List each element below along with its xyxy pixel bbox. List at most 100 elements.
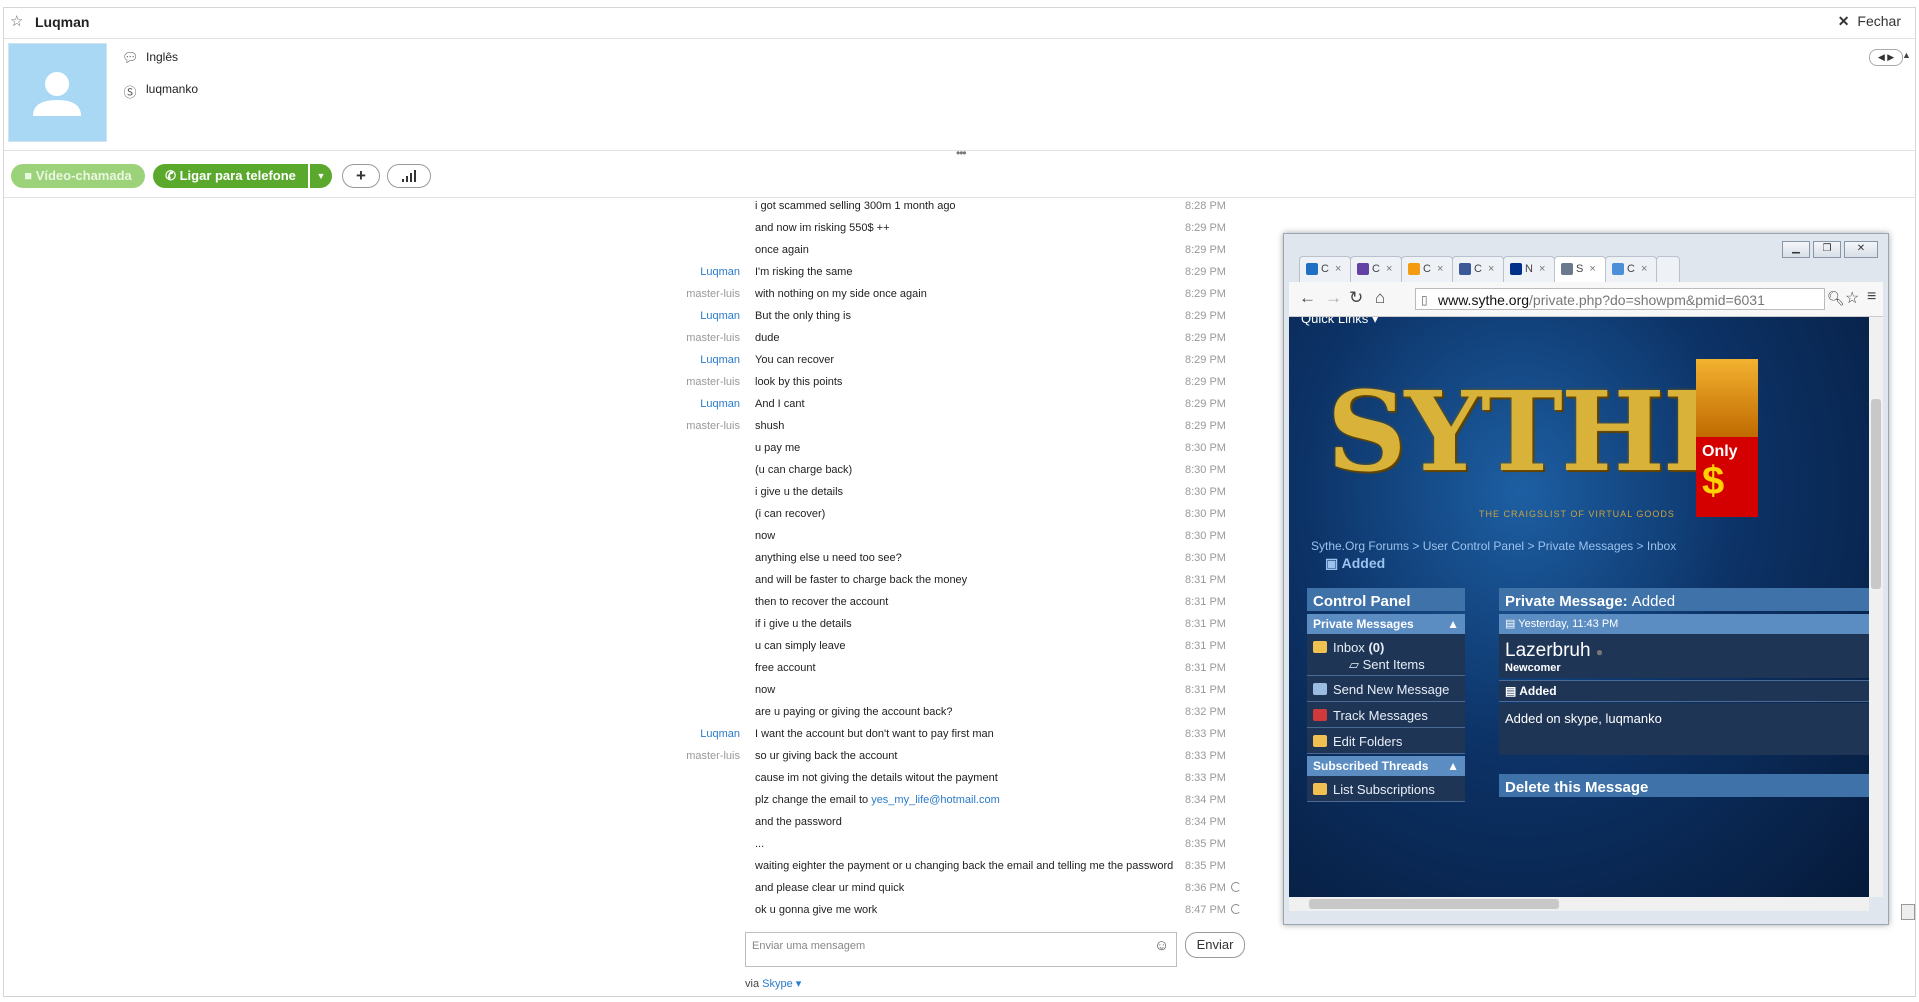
- skype-icon: Ⓢ: [123, 85, 137, 100]
- bookmark-star-icon[interactable]: ☆: [1845, 288, 1859, 308]
- browser-tab[interactable]: C ×: [1452, 256, 1504, 282]
- page-vertical-scrollbar[interactable]: [1869, 317, 1883, 897]
- message-text: u pay me: [755, 442, 801, 454]
- browser-tab[interactable]: S ×: [1554, 256, 1606, 282]
- tab-close-icon[interactable]: ×: [1335, 263, 1341, 275]
- forward-icon[interactable]: →: [1325, 288, 1342, 308]
- plus-icon: +: [356, 166, 366, 185]
- page-horizontal-scrollbar[interactable]: [1289, 897, 1869, 911]
- message-time: 8:30 PM: [1185, 464, 1226, 476]
- favicon-icon: [1612, 263, 1624, 276]
- scroll-thumb[interactable]: [1871, 399, 1881, 589]
- chat-message: are u paying or giving the account back?…: [0, 706, 1240, 728]
- chat-message: master-luis with nothing on my side once …: [0, 288, 1240, 310]
- edit-folders-link[interactable]: Edit Folders: [1307, 728, 1465, 754]
- tab-close-icon[interactable]: ×: [1589, 263, 1595, 275]
- tab-close-icon[interactable]: ×: [1641, 263, 1647, 275]
- ad-banner[interactable]: Only $: [1696, 437, 1758, 517]
- tab-close-icon[interactable]: ×: [1488, 263, 1494, 275]
- list-subscriptions-link[interactable]: List Subscriptions: [1307, 776, 1465, 802]
- message-time: 8:35 PM: [1185, 860, 1226, 872]
- quick-links-menu[interactable]: Quick Links ▾: [1301, 317, 1378, 326]
- message-time: 8:34 PM: [1185, 794, 1226, 806]
- search-icon[interactable]: 🔍︎: [1827, 290, 1845, 307]
- favicon-icon: [1408, 263, 1420, 276]
- close-conversation-button[interactable]: ✕ Fechar: [1838, 13, 1901, 30]
- home-icon[interactable]: ⌂: [1375, 288, 1385, 308]
- conversation-scrollbar[interactable]: ▲: [1900, 50, 1915, 920]
- chat-message: free account 8:31 PM: [0, 662, 1240, 684]
- message-text: waiting eighter the payment or u changin…: [755, 860, 1174, 872]
- site-tagline: THE CRAIGSLIST OF VIRTUAL GOODS: [1479, 509, 1675, 519]
- breadcrumb: Sythe.Org Forums > User Control Panel > …: [1311, 539, 1677, 553]
- pm-username[interactable]: Lazerbruh ●: [1505, 640, 1863, 662]
- send-new-message-link[interactable]: Send New Message: [1307, 676, 1465, 702]
- message-input[interactable]: Enviar uma mensagem: [745, 932, 1177, 967]
- call-phone-button[interactable]: ✆ Ligar para telefone: [153, 164, 308, 188]
- chat-message: u can simply leave 8:31 PM: [0, 640, 1240, 662]
- message-time: 8:33 PM: [1185, 750, 1226, 762]
- new-tab-button[interactable]: [1656, 256, 1680, 282]
- message-text: u can simply leave: [755, 640, 846, 652]
- message-time: 8:31 PM: [1185, 574, 1226, 586]
- sythe-logo[interactable]: SYTHE: [1327, 367, 1747, 496]
- scroll-up-icon[interactable]: ▲: [1902, 50, 1911, 60]
- browser-tab[interactable]: C ×: [1401, 256, 1453, 282]
- pm-header: Private Message: Added: [1499, 588, 1869, 611]
- tab-close-icon[interactable]: ×: [1386, 263, 1392, 275]
- breadcrumb-item[interactable]: Inbox: [1647, 539, 1676, 553]
- reload-icon[interactable]: ↻: [1349, 288, 1363, 308]
- message-time: 8:29 PM: [1185, 398, 1226, 410]
- via-skype-link[interactable]: Skype ▾: [762, 978, 801, 990]
- message-time: 8:33 PM: [1185, 772, 1226, 784]
- profile-nav-arrows[interactable]: ◀ ▶: [1869, 49, 1903, 66]
- message-time: 8:33 PM: [1185, 728, 1226, 740]
- chat-message: anything else u need too see? 8:30 PM: [0, 552, 1240, 574]
- emoticon-icon[interactable]: ☺: [1154, 937, 1169, 954]
- pm-title: ▤ Added: [1499, 680, 1869, 702]
- video-call-button[interactable]: ■ Vídeo-chamada: [11, 164, 145, 188]
- add-button[interactable]: +: [342, 164, 380, 188]
- close-icon[interactable]: ✕: [1844, 241, 1878, 258]
- inbox-folder[interactable]: Inbox (0) ▱ Sent Items: [1307, 634, 1465, 676]
- minimize-icon[interactable]: ▁: [1782, 241, 1810, 258]
- address-bar[interactable]: ▯ www.sythe.org/private.php?do=showpm&pm…: [1415, 288, 1825, 310]
- avatar[interactable]: [8, 43, 107, 142]
- menu-icon[interactable]: ≡: [1867, 288, 1876, 306]
- restore-icon[interactable]: ❐: [1813, 241, 1841, 258]
- scroll-thumb[interactable]: [1309, 899, 1559, 909]
- message-text: ok u gonna give me work: [755, 904, 878, 916]
- tab-close-icon[interactable]: ×: [1539, 263, 1545, 275]
- private-messages-header[interactable]: Private Messages ▲: [1307, 614, 1465, 634]
- send-button[interactable]: Enviar: [1185, 932, 1245, 958]
- scroll-thumb[interactable]: [1901, 904, 1915, 920]
- message-time: 8:29 PM: [1185, 244, 1226, 256]
- browser-tab[interactable]: C ×: [1299, 256, 1351, 282]
- sent-items-folder[interactable]: ▱ Sent Items: [1349, 657, 1459, 673]
- compose-icon: [1313, 683, 1327, 695]
- close-icon: ✕: [1837, 13, 1850, 29]
- message-input-placeholder: Enviar uma mensagem: [752, 940, 866, 952]
- chat-message: now 8:31 PM: [0, 684, 1240, 706]
- call-quality-button[interactable]: [387, 164, 431, 188]
- browser-tab[interactable]: N ×: [1503, 256, 1555, 282]
- browser-tab[interactable]: C ×: [1605, 256, 1657, 282]
- favorite-star-icon[interactable]: ☆: [10, 12, 23, 30]
- breadcrumb-item[interactable]: Sythe.Org Forums: [1311, 539, 1409, 553]
- breadcrumb-item[interactable]: User Control Panel: [1423, 539, 1524, 553]
- tab-close-icon[interactable]: ×: [1437, 263, 1443, 275]
- track-messages-link[interactable]: Track Messages: [1307, 702, 1465, 728]
- favicon-icon: [1459, 263, 1471, 276]
- browser-tab[interactable]: C ×: [1350, 256, 1402, 282]
- subscribed-threads-header[interactable]: Subscribed Threads ▲: [1307, 756, 1465, 776]
- chat-message: waiting eighter the payment or u changin…: [0, 860, 1240, 882]
- resize-grip-icon[interactable]: •••: [956, 146, 967, 160]
- message-text: anything else u need too see?: [755, 552, 902, 564]
- ad-trophy-image[interactable]: [1696, 359, 1758, 437]
- back-icon[interactable]: ←: [1299, 288, 1316, 308]
- chat-message: ok u gonna give me work 8:47 PM: [0, 904, 1241, 926]
- profile-language: 💬︎ Inglês: [122, 50, 178, 66]
- email-link[interactable]: yes_my_life@hotmail.com: [871, 794, 1000, 806]
- breadcrumb-item[interactable]: Private Messages: [1538, 539, 1633, 553]
- chat-message: (u can charge back) 8:30 PM: [0, 464, 1240, 486]
